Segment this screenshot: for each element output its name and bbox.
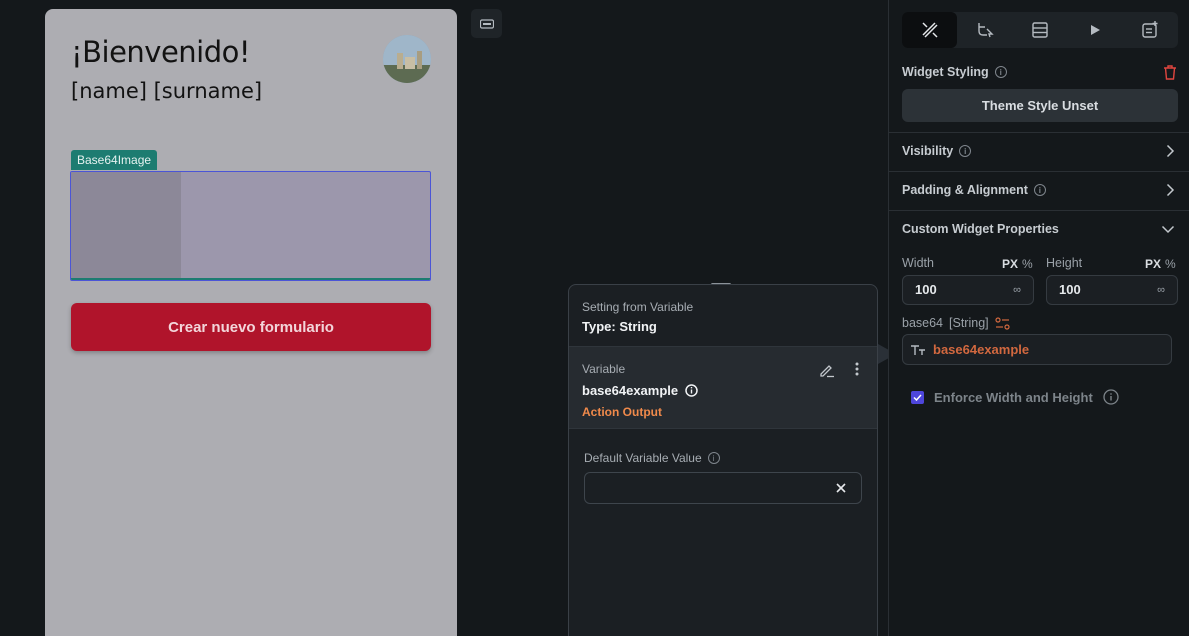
- width-label: Width: [902, 256, 934, 270]
- base64image-widget[interactable]: [70, 171, 431, 281]
- name-surname-text[interactable]: [name] [surname]: [71, 79, 262, 103]
- custom-widget-properties-label: Custom Widget Properties: [902, 222, 1059, 236]
- variable-binding-icon[interactable]: [995, 316, 1010, 330]
- height-unit-toggle[interactable]: PX%: [1145, 257, 1176, 271]
- chevron-down-icon[interactable]: [1161, 225, 1175, 234]
- width-unit-toggle[interactable]: PX%: [1002, 257, 1033, 271]
- app-root: ¡Bienvenido! [name] [surname] Base64Imag…: [0, 0, 1189, 636]
- base64image-widget-tag: Base64Image: [71, 150, 158, 170]
- close-icon[interactable]: [834, 481, 848, 495]
- welcome-title[interactable]: ¡Bienvenido!: [71, 35, 251, 69]
- variable-panel: Setting from Variable Type: String Varia…: [568, 284, 878, 636]
- image-placeholder: [71, 172, 181, 280]
- properties-tabs: [902, 12, 1178, 48]
- default-value-input[interactable]: [584, 472, 862, 504]
- height-value: 100: [1059, 282, 1081, 297]
- default-value-section: Default Variable Value i: [569, 429, 877, 526]
- tab-backend-query[interactable]: [1012, 12, 1067, 48]
- create-form-button[interactable]: Crear nuevo formulario: [71, 303, 431, 351]
- theme-style-button[interactable]: Theme Style Unset: [902, 89, 1178, 122]
- info-icon[interactable]: i: [994, 66, 1007, 78]
- variable-panel-header: Setting from Variable Type: String: [569, 285, 877, 347]
- delete-icon[interactable]: [1163, 65, 1177, 80]
- variable-name: base64example: [582, 383, 864, 398]
- unit-px[interactable]: PX: [1002, 257, 1018, 271]
- add-note-icon: [1142, 21, 1158, 38]
- keyboard-icon: [479, 18, 494, 29]
- variable-type-label: Type: String: [582, 319, 657, 334]
- base64-value-field[interactable]: base64example: [902, 334, 1172, 365]
- divider: [889, 132, 1189, 133]
- check-icon: [913, 393, 922, 401]
- unit-percent[interactable]: %: [1165, 257, 1176, 271]
- tab-notes[interactable]: [1123, 12, 1178, 48]
- unit-px[interactable]: PX: [1145, 257, 1161, 271]
- enforce-label: Enforce Width and Height: [934, 389, 1093, 405]
- play-icon: [1091, 25, 1101, 35]
- canvas-toggle-button[interactable]: [471, 9, 502, 38]
- height-input[interactable]: 100 ∞: [1046, 275, 1178, 305]
- tab-properties[interactable]: [902, 12, 958, 48]
- info-icon[interactable]: i: [1033, 184, 1046, 196]
- enforce-checkbox[interactable]: [911, 390, 924, 404]
- variable-source: Action Output: [582, 405, 662, 419]
- base64-property-label: base64 [String]: [902, 316, 1010, 330]
- variable-name-text: base64example: [582, 383, 679, 398]
- info-icon[interactable]: [685, 384, 698, 397]
- phone-preview: ¡Bienvenido! [name] [surname] Base64Imag…: [45, 9, 457, 636]
- padding-alignment-label: Padding & Alignment: [902, 183, 1028, 197]
- enforce-width-height-row[interactable]: Enforce Width and Height: [911, 389, 1119, 405]
- infinity-icon[interactable]: ∞: [1157, 276, 1165, 304]
- tab-preview[interactable]: [1068, 12, 1123, 48]
- actions-icon: [978, 23, 994, 38]
- info-icon[interactable]: i: [959, 145, 972, 157]
- padding-alignment-section[interactable]: Padding & Alignment i: [902, 183, 1046, 197]
- tab-actions[interactable]: [957, 12, 1012, 48]
- divider: [889, 171, 1189, 172]
- visibility-label: Visibility: [902, 144, 954, 158]
- custom-widget-properties-section[interactable]: Custom Widget Properties: [902, 222, 1059, 236]
- text-type-icon: [911, 344, 925, 355]
- base64-value: base64example: [933, 342, 1030, 357]
- avatar[interactable]: [383, 35, 431, 83]
- widget-styling-label: Widget Styling: [902, 65, 989, 79]
- default-value-label-text: Default Variable Value: [584, 451, 702, 465]
- unit-percent[interactable]: %: [1022, 257, 1033, 271]
- more-vertical-icon[interactable]: [855, 362, 859, 376]
- info-icon[interactable]: [1103, 389, 1119, 405]
- default-value-label: Default Variable Value i: [584, 451, 862, 465]
- edit-icon[interactable]: [819, 362, 835, 378]
- selected-variable[interactable]: Variable base64example Action Output: [569, 347, 877, 429]
- properties-icon: [922, 22, 938, 38]
- base64-type: [String]: [949, 316, 989, 330]
- chevron-right-icon[interactable]: [1166, 144, 1175, 158]
- chevron-right-icon[interactable]: [1166, 183, 1175, 197]
- properties-panel: Widget Styling i Theme Style Unset Visib…: [888, 0, 1189, 636]
- selection-underline: [71, 278, 430, 280]
- visibility-section[interactable]: Visibility i: [902, 144, 972, 158]
- widget-styling-title: Widget Styling i: [902, 65, 1007, 79]
- width-input[interactable]: 100 ∞: [902, 275, 1034, 305]
- infinity-icon[interactable]: ∞: [1013, 276, 1021, 304]
- divider: [889, 210, 1189, 211]
- height-label: Height: [1046, 256, 1083, 270]
- info-icon[interactable]: i: [707, 452, 720, 464]
- width-value: 100: [915, 282, 937, 297]
- base64-name: base64: [902, 316, 944, 330]
- setting-from-variable-label: Setting from Variable: [582, 300, 694, 314]
- backend-query-icon: [1032, 22, 1048, 38]
